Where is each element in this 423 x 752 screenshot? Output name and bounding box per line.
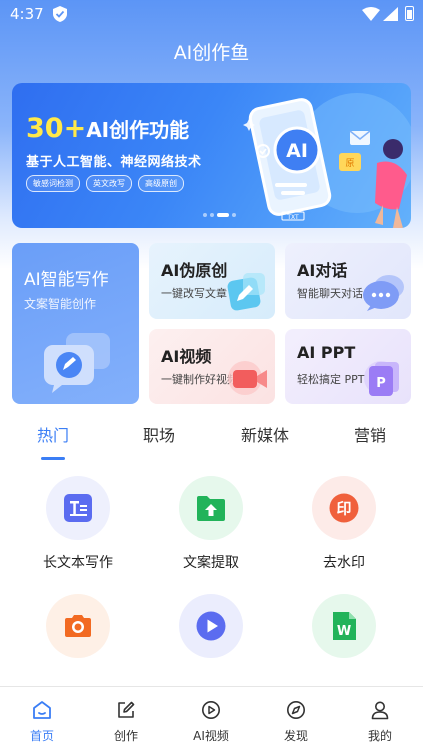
feature-card-ai-ppt[interactable]: AI PPT 轻松搞定 PPT P [285,329,411,404]
user-icon [371,701,389,720]
feature-card-ai-writing[interactable]: AI智能写作 文案智能创作 [12,243,139,404]
feature-title: AI视频 [161,347,212,366]
svg-text:W: W [337,624,351,639]
nav-mine[interactable]: 我的 [345,687,415,752]
video-camera-icon [228,361,267,395]
signal-icon [383,7,398,21]
banner-illustration: AI 原 TXT [243,93,411,228]
chat-bubble-icon [363,275,404,311]
video-play-icon [202,701,220,719]
status-time: 4:37 [10,5,44,23]
tool-long-text-writing[interactable]: 长文本写作 [18,476,138,572]
svg-text:P: P [376,376,386,391]
tab-hot[interactable]: 热门 [37,422,69,446]
feature-title: AI PPT [297,343,356,362]
ppt-file-icon: P [364,361,399,396]
feature-desc: 一键改写文章 [161,287,227,300]
feature-title: AI伪原创 [161,261,228,280]
nav-create[interactable]: 创作 [91,687,161,752]
bottom-navigation: 首页 创作 AI视频 发现 我的 [0,686,423,752]
tool-label: 文案提取 [183,555,239,571]
tool-camera[interactable] [18,594,138,658]
compass-icon [287,701,305,719]
banner-txt-tag: TXT [286,214,299,221]
tool-remove-watermark[interactable]: 印 去水印 [284,476,404,572]
pen-square-icon [227,273,265,311]
feature-card-ai-rewrite[interactable]: AI伪原创 一键改写文章 [149,243,275,319]
nav-label: AI视频 [193,729,229,743]
promo-banner[interactable]: 30+AI创作功能 基于人工智能、神经网络技术 敏感词检测 英文改写 高级原创 … [12,83,411,228]
banner-dot[interactable] [232,213,236,217]
nav-label: 我的 [367,729,392,743]
tool-label: 去水印 [323,555,365,571]
banner-pagination[interactable] [203,213,236,217]
banner-dot[interactable] [210,213,214,217]
banner-ai-text: AI [286,140,308,162]
battery-icon [405,6,414,21]
tab-new-media[interactable]: 新媒体 [241,422,289,446]
camera-icon [65,615,91,637]
home-icon [33,701,51,719]
wifi-icon [362,7,380,21]
banner-dot[interactable] [203,213,207,217]
feature-card-ai-chat[interactable]: AI对话 智能聊天对话 [285,243,411,319]
tool-copy-extract[interactable]: 文案提取 [151,476,271,572]
banner-dot-active[interactable] [217,213,229,217]
writing-bubble-icon [44,333,110,393]
tab-workplace[interactable]: 职场 [143,422,175,446]
tool-label: 长文本写作 [43,555,113,571]
banner-headline-number: 30+ [26,113,87,144]
watermark-stamp-icon: 印 [329,493,359,523]
feature-desc: 轻松搞定 PPT [297,373,365,386]
svg-text:印: 印 [336,500,351,518]
nav-home[interactable]: 首页 [7,687,77,752]
tool-word-doc[interactable]: W [284,594,404,658]
banner-tag: 高级原创 [138,175,184,192]
active-tab-indicator [41,457,65,460]
shield-icon [53,6,67,22]
feature-title: AI对话 [297,261,348,280]
banner-tag: 英文改写 [86,175,132,192]
banner-headline-text: AI创作功能 [86,118,190,142]
banner-headline: 30+AI创作功能 [26,113,189,144]
tool-video-play[interactable] [151,594,271,658]
feature-title: AI智能写作 [24,270,109,290]
nav-label: 首页 [29,729,54,743]
app-title: AI创作鱼 [173,42,250,64]
long-text-icon [64,494,92,522]
nav-label: 创作 [113,729,138,743]
svg-text:原: 原 [345,158,354,169]
feature-desc: 文案智能创作 [24,297,97,311]
category-tabs: 热门 职场 新媒体 营销 [0,418,423,464]
word-doc-icon: W [333,612,356,640]
tab-marketing[interactable]: 营销 [354,422,386,446]
banner-subtitle: 基于人工智能、神经网络技术 [26,155,202,170]
feature-desc: 智能聊天对话 [297,287,363,300]
nav-label: 发现 [283,729,308,743]
play-icon [196,611,226,641]
nav-discover[interactable]: 发现 [261,687,331,752]
folder-upload-icon [197,496,225,521]
edit-icon [118,701,135,718]
banner-tags: 敏感词检测 英文改写 高级原创 [26,175,184,192]
status-bar: 4:37 [0,0,423,30]
feature-card-ai-video[interactable]: AI视频 一键制作好视频 [149,329,275,404]
banner-tag: 敏感词检测 [26,175,80,192]
nav-ai-video[interactable]: AI视频 [176,687,246,752]
